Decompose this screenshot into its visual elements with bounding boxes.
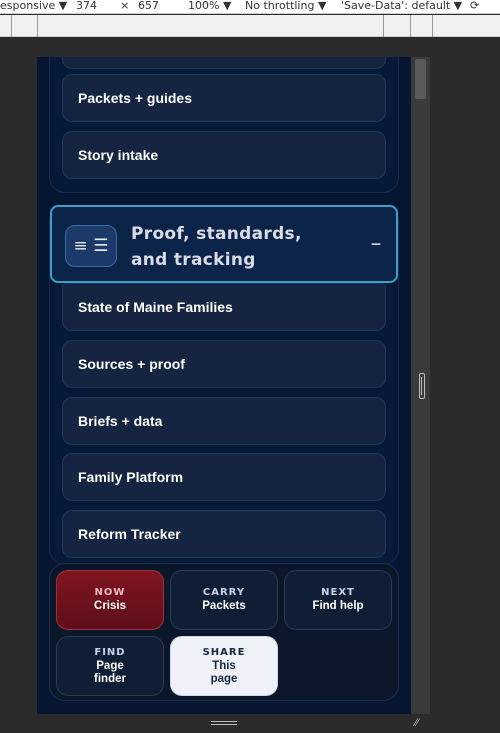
nav-card-label: Briefs + data [78,413,163,429]
devtools-media-bar [0,15,500,37]
page-finder-kicker: FIND [94,646,126,658]
nav-card-story-intake[interactable]: Story intake [62,131,386,179]
nav-card-label: Packets + guides [78,90,193,106]
crisis-button[interactable]: NOW Crisis [56,570,164,630]
devtools-toolbar: esponsive ▼ 374 × 657 100% ▼ No throttli… [0,0,500,14]
menu-icon: ≡ ☰ [65,225,117,267]
save-data-select[interactable]: 'Save-Data': default ▼ [341,0,462,13]
nav-card-family-platform[interactable]: Family Platform [62,453,386,501]
dimension-separator: × [120,0,130,12]
corner-resize-icon[interactable]: ⁄⁄ [415,717,427,729]
nav-card-partial[interactable] [62,57,386,69]
quick-action-dock: NOW Crisis CARRY Packets NEXT Find help … [49,563,399,701]
nav-card-briefs-data[interactable]: Briefs + data [62,397,386,445]
page-finder-button[interactable]: FIND Page finder [56,636,164,696]
device-screen: Packets + guides Story intake ≡ ☰ Proof,… [37,57,411,714]
scrollbar-thumb[interactable] [415,59,426,99]
height-input[interactable]: 657 [138,0,159,13]
zoom-select[interactable]: 100% ▼ [188,0,231,13]
device-mode-select[interactable]: esponsive ▼ [0,0,67,13]
nav-card-state-of-maine-families[interactable]: State of Maine Families [62,283,386,331]
section-title-line2: and tracking [131,250,256,270]
right-resize-handle[interactable] [419,373,425,399]
rotate-icon[interactable]: ⟳ [470,0,479,13]
section-title: Proof, standards, and tracking [131,221,331,273]
nav-card-packets-guides[interactable]: Packets + guides [62,74,386,122]
width-input[interactable]: 374 [76,0,97,13]
find-help-label: Find help [312,600,364,612]
packets-kicker: CARRY [202,587,246,598]
share-label: This page [210,659,238,685]
find-help-button[interactable]: NEXT Find help [284,570,392,630]
throttling-select[interactable]: No throttling ▼ [245,0,326,13]
crisis-kicker: NOW [94,587,126,598]
packets-label: Packets [202,600,246,612]
crisis-label: Crisis [94,600,126,612]
nav-card-label: Story intake [78,147,159,163]
packets-button[interactable]: CARRY Packets [170,570,278,630]
nav-card-sources-proof[interactable]: Sources + proof [62,340,386,388]
section-header-proof-standards[interactable]: ≡ ☰ Proof, standards, and tracking − [50,205,398,283]
section-title-line1: Proof, standards, [131,224,302,244]
nav-card-label: Family Platform [78,469,184,485]
nav-card-label: Sources + proof [78,356,185,372]
collapse-icon[interactable]: − [366,232,386,256]
share-kicker: SHARE [202,646,246,658]
nav-card-label: State of Maine Families [78,299,233,315]
bottom-resize-handle[interactable] [211,720,237,726]
page-finder-label: Page finder [94,659,126,685]
nav-card-reform-tracker[interactable]: Reform Tracker [62,510,386,558]
find-help-kicker: NEXT [321,587,355,598]
share-button[interactable]: SHARE This page [170,636,278,696]
nav-card-label: Reform Tracker [78,526,181,542]
